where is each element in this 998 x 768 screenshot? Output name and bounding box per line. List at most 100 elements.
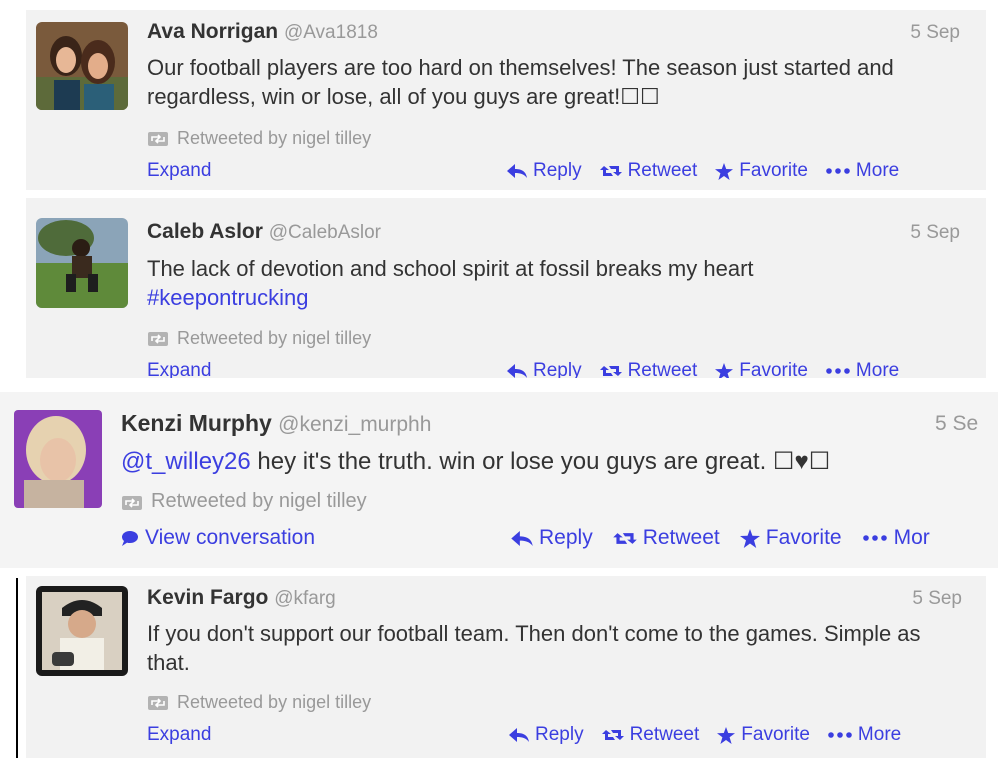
favorite-label: Favorite (739, 360, 808, 378)
retweet-button[interactable]: Retweet (601, 724, 700, 746)
favorite-button[interactable]: Favorite (715, 360, 808, 378)
timestamp[interactable]: 5 Sep (910, 22, 960, 44)
star-icon (715, 162, 734, 180)
fullname[interactable]: Kenzi Murphy (121, 410, 272, 436)
view-conversation-label: View conversation (145, 526, 316, 549)
retweet-icon (601, 728, 624, 742)
fullname[interactable]: Caleb Aslor (147, 220, 263, 243)
hashtag-link[interactable]: #keepontrucking (147, 285, 308, 310)
tweet-kevin-fargo[interactable]: Kevin Fargo @kfarg 5 Sep If you don't su… (26, 576, 986, 758)
avatar[interactable] (36, 586, 128, 676)
retweet-button[interactable]: Retweet (599, 160, 698, 182)
tweet-header: Kevin Fargo @kfarg (147, 586, 336, 610)
tweet-kenzi-murphy[interactable]: Kenzi Murphy @kenzi_murphh 5 Se @t_wille… (0, 392, 998, 568)
username[interactable]: @kfarg (274, 588, 336, 609)
more-icon (826, 368, 850, 374)
more-button[interactable]: More (828, 724, 901, 746)
tweet-text-body: hey it's the truth. win or lose you guys… (250, 448, 831, 475)
expand-link[interactable]: Expand (147, 724, 211, 746)
avatar[interactable] (36, 218, 128, 308)
retweet-badge-icon (147, 331, 169, 347)
tweet-text-body: The lack of devotion and school spirit a… (147, 256, 754, 281)
username[interactable]: @kenzi_murphh (278, 413, 431, 436)
retweet-button[interactable]: Retweet (599, 360, 698, 378)
retweet-icon (612, 531, 637, 546)
avatar[interactable] (14, 410, 102, 508)
retweet-button[interactable]: Retweet (612, 526, 720, 550)
tweet-header: Ava Norrigan @Ava1818 (147, 20, 378, 44)
username[interactable]: @Ava1818 (284, 22, 378, 43)
tweet-text: @t_willey26 hey it's the truth. win or l… (121, 446, 998, 477)
reply-icon (509, 728, 529, 742)
retweet-label: Retweet (642, 526, 720, 549)
retweet-icon (599, 364, 622, 378)
retweet-label: Retweet (629, 724, 700, 745)
favorite-button[interactable]: Favorite (717, 724, 810, 746)
favorite-label: Favorite (741, 724, 810, 745)
retweeted-by: Retweeted by nigel tilley (147, 328, 371, 349)
tweet-header: Caleb Aslor @CalebAslor (147, 220, 381, 244)
reply-label: Reply (533, 160, 582, 181)
timestamp[interactable]: 5 Sep (912, 588, 962, 610)
retweet-label: Retweet (627, 160, 698, 181)
star-icon (715, 362, 734, 378)
reply-label: Reply (533, 360, 582, 378)
retweet-badge-icon (121, 494, 143, 510)
reply-button[interactable]: Reply (507, 360, 582, 378)
tweet-text: The lack of devotion and school spirit a… (147, 255, 947, 312)
expand-link[interactable]: Expand (147, 160, 211, 182)
retweeted-by-label: Retweeted by nigel tilley (177, 128, 372, 148)
retweeted-by: Retweeted by nigel tilley (147, 128, 371, 149)
more-button[interactable]: More (826, 160, 899, 182)
expand-link[interactable]: Expand (147, 360, 211, 378)
tweet-text: If you don't support our football team. … (147, 621, 921, 675)
favorite-label: Favorite (739, 160, 808, 181)
retweet-badge-icon (147, 695, 169, 711)
more-button[interactable]: Mor (862, 526, 930, 550)
reply-label: Reply (535, 724, 584, 745)
retweet-badge-icon (147, 131, 169, 147)
retweeted-by: Retweeted by nigel tilley (121, 490, 367, 513)
tweet-ava-norrigan[interactable]: Ava Norrigan @Ava1818 5 Sep Our football… (26, 10, 986, 190)
speech-bubble-icon (121, 530, 139, 546)
reply-icon (507, 364, 527, 378)
reply-button[interactable]: Reply (509, 724, 584, 746)
tweet-actions: Reply Retweet Favorite Mor (511, 526, 930, 550)
retweet-label: Retweet (627, 360, 698, 378)
favorite-button[interactable]: Favorite (715, 160, 808, 182)
mention-link[interactable]: @t_willey26 (121, 448, 251, 475)
favorite-label: Favorite (765, 526, 842, 549)
timestamp[interactable]: 5 Se (935, 412, 978, 436)
retweeted-by-label: Retweeted by nigel tilley (177, 328, 372, 348)
left-border-line (16, 578, 18, 758)
more-label: More (855, 360, 900, 378)
fullname[interactable]: Kevin Fargo (147, 586, 268, 609)
more-label: More (855, 160, 900, 181)
tweet-actions: Reply Retweet Favorite More (507, 360, 899, 378)
more-icon (828, 732, 852, 738)
reply-icon (511, 530, 533, 546)
tweet-actions: Reply Retweet Favorite More (509, 724, 901, 746)
retweeted-by-label: Retweeted by nigel tilley (151, 490, 367, 512)
username[interactable]: @CalebAslor (269, 222, 381, 243)
timestamp[interactable]: 5 Sep (910, 222, 960, 244)
retweet-icon (599, 164, 622, 178)
avatar[interactable] (36, 22, 128, 110)
star-icon (717, 726, 736, 744)
retweeted-by: Retweeted by nigel tilley (147, 692, 371, 713)
reply-label: Reply (539, 526, 593, 549)
tweet-header: Kenzi Murphy @kenzi_murphh (121, 410, 431, 437)
fullname[interactable]: Ava Norrigan (147, 20, 278, 43)
tweet-actions: Reply Retweet Favorite More (507, 160, 899, 182)
tweet-text: Our football players are too hard on the… (147, 55, 894, 109)
more-icon (862, 535, 888, 541)
more-button[interactable]: More (826, 360, 899, 378)
star-icon (739, 528, 760, 548)
reply-button[interactable]: Reply (511, 526, 593, 550)
more-label: Mor (893, 526, 930, 549)
more-icon (826, 168, 850, 174)
favorite-button[interactable]: Favorite (739, 526, 842, 550)
tweet-caleb-aslor[interactable]: Caleb Aslor @CalebAslor 5 Sep The lack o… (26, 198, 986, 378)
view-conversation-link[interactable]: View conversation (121, 526, 315, 550)
reply-button[interactable]: Reply (507, 160, 582, 182)
